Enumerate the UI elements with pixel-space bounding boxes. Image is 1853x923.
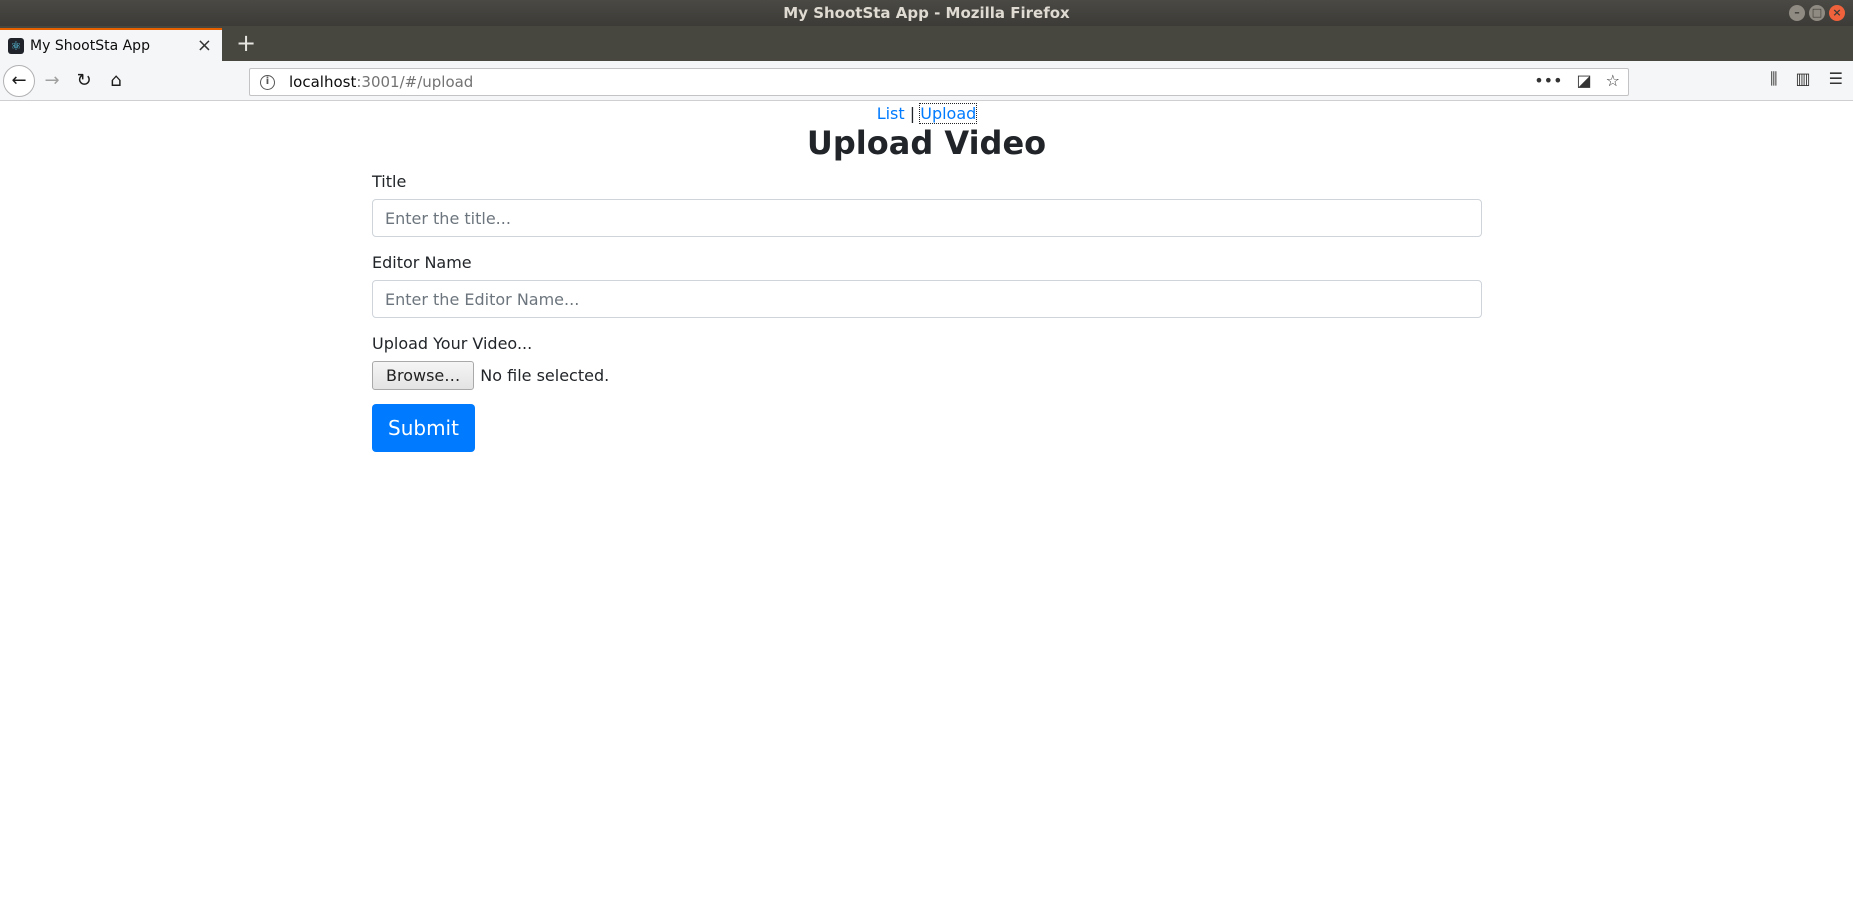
title-group: Title [372,172,1482,237]
info-icon[interactable]: i [260,74,275,90]
window-controls: – □ × [1789,5,1845,21]
tab-title: My ShootSta App [30,37,150,54]
title-input[interactable] [372,199,1482,237]
title-label: Title [372,172,407,191]
close-window-button[interactable]: × [1829,5,1845,21]
home-icon: ⌂ [110,70,122,91]
url-host: localhost [289,73,357,91]
url-actions: ••• ◪ ☆ [1534,71,1620,90]
sidebar-icon[interactable]: ▥ [1796,69,1811,89]
url-bar[interactable]: i localhost:3001/#/upload ••• ◪ ☆ [249,68,1629,96]
reload-button[interactable]: ↻ [69,66,99,96]
browse-button[interactable]: Browse… [372,361,475,390]
editor-name-input[interactable] [372,280,1482,318]
reload-icon: ↻ [76,70,92,91]
pocket-icon[interactable]: ◪ [1577,71,1592,90]
page-title: Upload Video [806,124,1047,162]
url-path: :3001/#/upload [356,73,474,91]
nav-link-upload[interactable]: Upload [919,103,978,124]
nav-separator: | [909,104,916,123]
forward-button[interactable]: → [37,66,67,96]
toolbar-right: ⫼ ▥ ☰ [1770,69,1853,89]
nav-link-list[interactable]: List [877,104,905,123]
hamburger-menu-icon[interactable]: ☰ [1829,69,1843,89]
tab-strip: ⚛ My ShootSta App × + [0,26,1853,61]
bookmark-star-icon[interactable]: ☆ [1606,71,1620,90]
page-actions-icon[interactable]: ••• [1534,71,1562,90]
window-titlebar: My ShootSta App - Mozilla Firefox – □ × [0,0,1853,26]
tab-my-shootsta-app[interactable]: ⚛ My ShootSta App × [0,28,222,61]
react-icon: ⚛ [8,37,24,54]
upload-form: Title Editor Name Upload Your Video... B… [372,172,1482,452]
tab-close-icon[interactable]: × [197,35,212,56]
window-title: My ShootSta App - Mozilla Firefox [783,4,1070,22]
arrow-left-icon: ← [11,70,27,91]
navigation-toolbar: ← → ↻ ⌂ i localhost:3001/#/upload ••• ◪ … [0,61,1853,101]
upload-video-label: Upload Your Video... [372,334,533,353]
home-button[interactable]: ⌂ [101,66,131,96]
file-status-text: No file selected. [480,366,610,385]
back-button[interactable]: ← [3,65,35,97]
submit-button[interactable]: Submit [372,404,475,452]
editor-group: Editor Name [372,253,1482,318]
arrow-right-icon: → [44,70,60,91]
upload-group: Upload Your Video... Browse… No file sel… [372,334,1482,390]
minimize-button[interactable]: – [1789,5,1805,21]
library-icon[interactable]: ⫼ [1770,69,1777,89]
new-tab-button[interactable]: + [230,28,262,60]
maximize-button[interactable]: □ [1809,5,1825,21]
page-content: List | Upload Upload Video Title Editor … [0,102,1853,923]
top-nav: List | Upload [0,103,1853,124]
editor-name-label: Editor Name [372,253,472,272]
file-picker: Browse… No file selected. [372,361,1482,390]
